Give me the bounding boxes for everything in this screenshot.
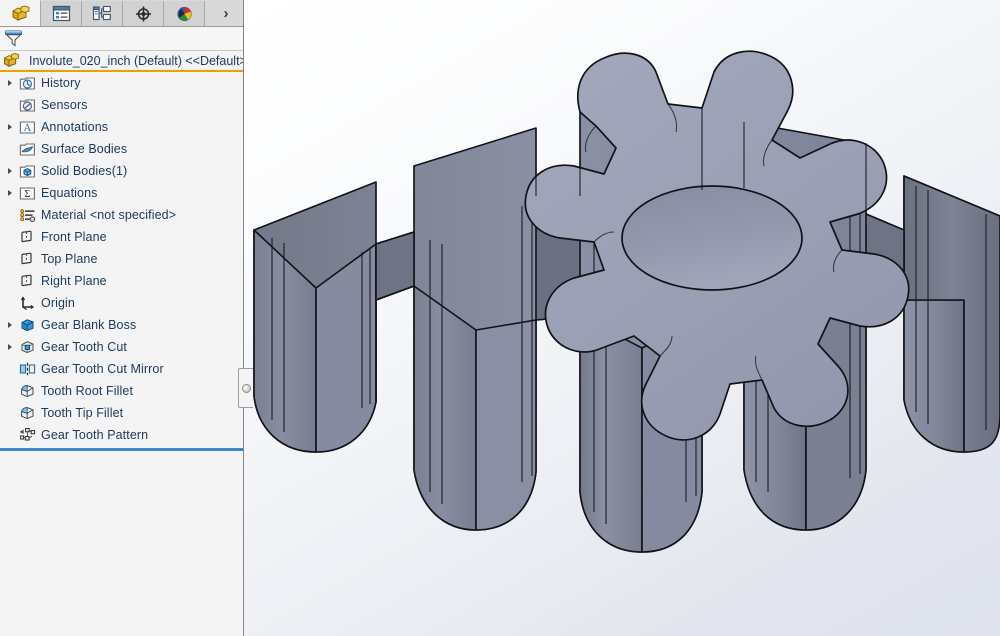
tree-item-label: Surface Bodies <box>41 142 128 156</box>
part-icon <box>2 52 20 70</box>
tree-item-label: Equations <box>41 186 98 200</box>
annotations-folder-icon: A <box>18 118 36 136</box>
extrude-boss-icon <box>18 316 36 334</box>
rollback-bar[interactable] <box>0 448 243 451</box>
tree-filter-row <box>0 27 243 51</box>
tree-item-label: Material <not specified> <box>41 208 177 222</box>
no-expand-spacer <box>2 94 18 116</box>
tree-item-label: Front Plane <box>41 230 107 244</box>
tree-item-label: Tooth Root Fillet <box>41 384 134 398</box>
solidworks-window: › Involute_020_inch (Default) <<Default>… <box>0 0 1000 636</box>
tree-item-right-plane[interactable]: Right Plane <box>0 270 243 292</box>
extrude-cut-icon <box>18 338 36 356</box>
tree-item-annotations[interactable]: A Annotations <box>0 116 243 138</box>
tree-item-label: History <box>41 76 81 90</box>
expand-arrow-icon[interactable] <box>2 72 18 94</box>
no-expand-spacer <box>2 270 18 292</box>
tree-item-label: Solid Bodies(1) <box>41 164 128 178</box>
tree-item-history[interactable]: History <box>0 72 243 94</box>
tree-item-tooth-root-fillet[interactable]: Tooth Root Fillet <box>0 380 243 402</box>
fillet-icon <box>18 382 36 400</box>
display-manager-icon <box>176 6 192 21</box>
tab-overflow-button[interactable]: › <box>209 1 243 26</box>
tree-item-surface-bodies[interactable]: Surface Bodies <box>0 138 243 160</box>
tree-item-front-plane[interactable]: Front Plane <box>0 226 243 248</box>
tree-item-label: Sensors <box>41 98 88 112</box>
tree-item-label: Origin <box>41 296 75 310</box>
origin-icon <box>18 294 36 312</box>
no-expand-spacer <box>2 402 18 424</box>
expand-arrow-icon[interactable] <box>2 160 18 182</box>
no-expand-spacer <box>2 358 18 380</box>
tree-root-label: Involute_020_inch (Default) <<Default>_D <box>29 53 243 68</box>
svg-text:A: A <box>23 122 31 134</box>
no-expand-spacer <box>2 424 18 446</box>
svg-text:Σ: Σ <box>24 189 30 200</box>
equations-folder-icon: Σ <box>18 184 36 202</box>
tree-filter-input[interactable] <box>28 28 237 49</box>
tree-item-sensors[interactable]: Sensors <box>0 94 243 116</box>
no-expand-spacer <box>2 380 18 402</box>
tab-feature-manager[interactable] <box>0 0 41 26</box>
tree-item-origin[interactable]: Origin <box>0 292 243 314</box>
filter-funnel-icon[interactable] <box>4 29 24 48</box>
surface-bodies-icon <box>18 140 36 158</box>
tree-item-label: Gear Blank Boss <box>41 318 137 332</box>
gear-center-bore <box>621 185 803 291</box>
no-expand-spacer <box>2 292 18 314</box>
mirror-icon <box>18 360 36 378</box>
expand-arrow-icon[interactable] <box>2 336 18 358</box>
manager-tab-strip: › <box>0 0 243 27</box>
tree-item-label: Gear Tooth Cut <box>41 340 127 354</box>
tab-display-manager[interactable] <box>164 1 205 26</box>
tab-configuration-manager[interactable] <box>82 1 123 26</box>
tree-item-gear-tooth-cut-mirror[interactable]: Gear Tooth Cut Mirror <box>0 358 243 380</box>
tree-item-top-plane[interactable]: Top Plane <box>0 248 243 270</box>
plane-icon <box>18 228 36 246</box>
tab-dimxpert-manager[interactable] <box>123 1 164 26</box>
splitter-grip-dot <box>241 383 251 393</box>
involute-spur-gear-model[interactable] <box>244 0 1000 636</box>
tree-item-label: Gear Tooth Cut Mirror <box>41 362 164 376</box>
tree-item-label: Gear Tooth Pattern <box>41 428 149 442</box>
expand-arrow-icon[interactable] <box>2 116 18 138</box>
feature-tree[interactable]: Involute_020_inch (Default) <<Default>_D… <box>0 51 243 636</box>
tree-item-tooth-tip-fillet[interactable]: Tooth Tip Fillet <box>0 402 243 424</box>
property-manager-icon <box>52 5 70 22</box>
tab-property-manager[interactable] <box>41 1 82 26</box>
feature-manager-panel: › Involute_020_inch (Default) <<Default>… <box>0 0 244 636</box>
tree-item-label: Annotations <box>41 120 109 134</box>
expand-arrow-icon[interactable] <box>2 182 18 204</box>
graphics-viewport[interactable] <box>244 0 1000 636</box>
history-folder-icon <box>18 74 36 92</box>
no-expand-spacer <box>2 138 18 160</box>
plane-icon <box>18 250 36 268</box>
feature-tree-icon <box>12 5 30 21</box>
no-expand-spacer <box>2 204 18 226</box>
tree-item-label: Right Plane <box>41 274 107 288</box>
dimxpert-icon <box>135 6 151 21</box>
tree-item-solid-bodies[interactable]: Solid Bodies(1) <box>0 160 243 182</box>
plane-icon <box>18 272 36 290</box>
tree-root-item[interactable]: Involute_020_inch (Default) <<Default>_D <box>0 51 243 72</box>
configuration-manager-icon <box>92 5 111 21</box>
sensors-folder-icon <box>18 96 36 114</box>
tree-item-material[interactable]: Material <not specified> <box>0 204 243 226</box>
circular-pattern-icon <box>18 426 36 444</box>
fillet-icon <box>18 404 36 422</box>
material-icon <box>18 206 36 224</box>
tree-item-label: Top Plane <box>41 252 98 266</box>
no-expand-spacer <box>2 226 18 248</box>
solid-bodies-icon <box>18 162 36 180</box>
tree-item-equations[interactable]: Σ Equations <box>0 182 243 204</box>
expand-arrow-icon[interactable] <box>2 314 18 336</box>
tree-item-gear-blank-boss[interactable]: Gear Blank Boss <box>0 314 243 336</box>
tree-item-gear-tooth-cut[interactable]: Gear Tooth Cut <box>0 336 243 358</box>
tree-item-gear-tooth-pattern[interactable]: Gear Tooth Pattern <box>0 424 243 446</box>
tree-item-label: Tooth Tip Fillet <box>41 406 124 420</box>
panel-splitter-handle[interactable] <box>238 368 253 408</box>
no-expand-spacer <box>2 248 18 270</box>
